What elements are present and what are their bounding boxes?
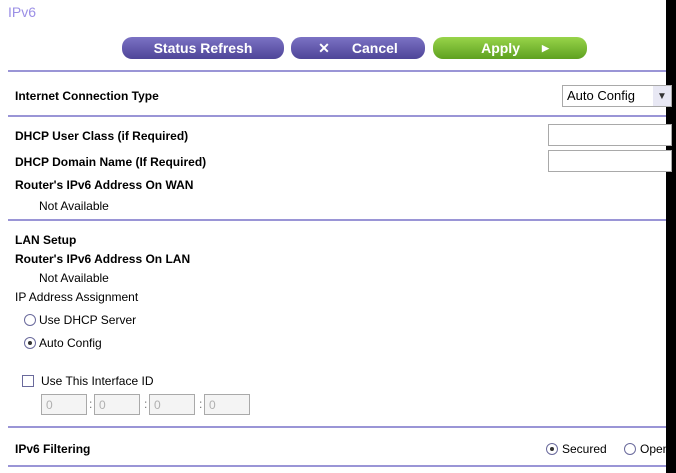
- filtering-secured-label: Secured: [562, 442, 607, 456]
- lan-setup-heading: LAN Setup: [15, 233, 77, 247]
- interface-id-field-2[interactable]: 0: [94, 394, 140, 415]
- auto-config-label: Auto Config: [39, 336, 102, 350]
- colon-separator: :: [89, 397, 93, 411]
- status-refresh-button[interactable]: Status Refresh: [122, 37, 284, 59]
- colon-separator: :: [199, 397, 203, 411]
- internet-connection-type-value: Auto Config: [567, 88, 635, 103]
- dhcp-domain-name-label: DHCP Domain Name (If Required): [15, 155, 207, 169]
- filtering-secured-radio[interactable]: [546, 443, 558, 455]
- internet-connection-type-label: Internet Connection Type: [15, 89, 159, 103]
- wan-address-label: Router's IPv6 Address On WAN: [15, 178, 194, 192]
- chevron-down-icon: ▼: [653, 86, 671, 106]
- dhcp-user-class-input[interactable]: [548, 124, 672, 146]
- filtering-open-radio[interactable]: [624, 443, 636, 455]
- use-dhcp-server-label: Use DHCP Server: [39, 313, 137, 327]
- interface-id-field-4[interactable]: 0: [204, 394, 250, 415]
- divider: [8, 426, 666, 428]
- use-interface-id-checkbox[interactable]: [22, 375, 34, 387]
- use-interface-id-label: Use This Interface ID: [41, 374, 154, 388]
- cancel-label: Cancel: [351, 40, 398, 56]
- interface-id-field-3[interactable]: 0: [149, 394, 195, 415]
- use-dhcp-server-radio[interactable]: [24, 314, 36, 326]
- wan-address-value: Not Available: [39, 199, 109, 213]
- page-title: IPv6: [8, 4, 37, 20]
- status-refresh-label: Status Refresh: [153, 40, 253, 56]
- colon-separator: :: [144, 397, 148, 411]
- cancel-button[interactable]: ✕ Cancel: [291, 37, 425, 59]
- divider: [8, 70, 666, 72]
- divider: [8, 115, 666, 117]
- dhcp-domain-name-input[interactable]: [548, 150, 672, 172]
- lan-address-value: Not Available: [39, 271, 109, 285]
- ipv6-filtering-label: IPv6 Filtering: [15, 442, 91, 456]
- play-arrow-icon: ▶: [541, 42, 549, 53]
- interface-id-field-1[interactable]: 0: [41, 394, 87, 415]
- dhcp-user-class-label: DHCP User Class (if Required): [15, 129, 189, 143]
- close-icon: ✕: [318, 39, 330, 56]
- apply-label: Apply: [481, 40, 520, 56]
- lan-address-label: Router's IPv6 Address On LAN: [15, 252, 191, 266]
- auto-config-radio[interactable]: [24, 337, 36, 349]
- apply-button[interactable]: Apply ▶: [433, 37, 587, 59]
- ip-address-assignment-label: IP Address Assignment: [15, 290, 139, 304]
- filtering-open-label: Open: [640, 442, 666, 456]
- internet-connection-type-select[interactable]: Auto Config ▼: [562, 85, 672, 107]
- divider: [8, 219, 666, 221]
- right-border: [666, 0, 676, 473]
- divider: [8, 465, 666, 467]
